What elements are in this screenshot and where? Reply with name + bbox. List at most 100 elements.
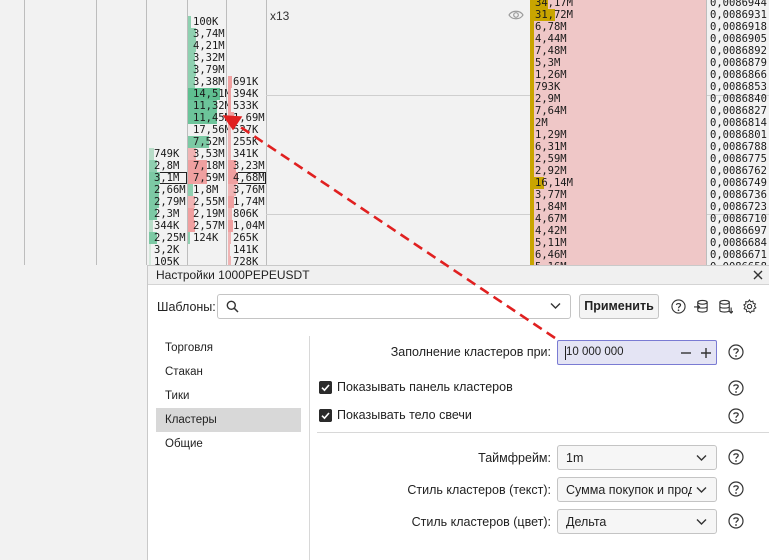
order-book-volume-bar xyxy=(530,237,534,249)
order-book-price: 0,0086723 xyxy=(710,201,767,213)
order-book-price: 0,0086775 xyxy=(710,153,767,165)
cluster-cell: 344K xyxy=(149,220,187,232)
cluster-cell-value: 394K xyxy=(233,88,259,100)
help-icon[interactable] xyxy=(728,380,744,396)
nav-item-clusters[interactable]: Кластеры xyxy=(156,408,301,432)
nav-item-orderbook[interactable]: Стакан xyxy=(156,360,301,384)
cluster-cell-value: 3,53M xyxy=(193,148,225,160)
cluster-cell: 2,19M xyxy=(188,208,226,220)
order-book-price: 0,0086736 xyxy=(710,189,767,201)
order-book-volume: 2,9M xyxy=(535,93,561,105)
cluster-cell-value: 1,69M xyxy=(233,112,265,124)
order-book-price: 0,0086684 xyxy=(710,237,767,249)
show-cluster-panel-checkbox[interactable] xyxy=(319,381,332,394)
cluster-style-color-select[interactable]: Дельта xyxy=(557,509,717,534)
cluster-cell: 533K xyxy=(228,100,266,112)
cluster-cell-value: 3,1M xyxy=(154,172,180,184)
cluster-cell-value: 11,32M xyxy=(193,100,231,112)
order-book-row: 6,46M 0,0086671 xyxy=(530,249,769,261)
cluster-cell-value: 2,3M xyxy=(154,208,180,220)
cluster-cell-value: 533K xyxy=(233,100,259,112)
timeframe-select[interactable]: 1m xyxy=(557,445,717,470)
cluster-cell: 1,69M xyxy=(228,112,266,124)
cluster-chart[interactable]: 749K 2,8M 3,1M 2,66M 2,79M 2,3M 344K 2,25M 3,2K 1… xyxy=(0,0,769,265)
eye-icon[interactable] xyxy=(508,9,524,21)
order-book-row: 5,11M 0,0086684 xyxy=(530,237,769,249)
show-cluster-panel-label: Показывать панель кластеров xyxy=(337,380,513,394)
cluster-cell-value: 2,66M xyxy=(154,184,186,196)
order-book-volume: 4,42M xyxy=(535,225,567,237)
order-book-row: 7,64M 0,0086827 xyxy=(530,105,769,117)
order-book-row: 793K 0,0086853 xyxy=(530,81,769,93)
order-book-price: 0,0086879 xyxy=(710,57,767,69)
cluster-cell: 3,1M xyxy=(149,172,187,184)
cluster-cell: 341K xyxy=(228,148,266,160)
cluster-cell: 14,51M xyxy=(188,88,231,100)
order-book-row: 6,31M 0,0086788 xyxy=(530,141,769,153)
minus-icon[interactable] xyxy=(679,346,693,360)
order-book-price: 0,0086944 xyxy=(710,0,767,9)
fill-threshold-label: Заполнение кластеров при: xyxy=(390,345,551,359)
apply-button[interactable]: Применить xyxy=(579,294,659,319)
settings-gear-icon[interactable] xyxy=(742,299,757,314)
order-book-volume: 1,29M xyxy=(535,129,567,141)
order-book-volume-bar xyxy=(530,105,534,117)
order-book-volume-bar xyxy=(530,201,534,213)
chevron-down-icon xyxy=(696,519,707,525)
cluster-cell-value: 11,45M xyxy=(193,112,231,124)
fill-threshold-value: 10 000 000 xyxy=(566,346,624,358)
save-template-icon[interactable] xyxy=(718,299,733,314)
cluster-cell: 255K xyxy=(228,136,266,148)
order-book-price: 0,0086671 xyxy=(710,249,767,261)
order-book-price: 0,0086814 xyxy=(710,117,767,129)
cluster-cell-value: 3,79M xyxy=(193,64,225,76)
cluster-cell-value: 728K xyxy=(233,256,259,265)
order-book-volume: 6,31M xyxy=(535,141,567,153)
fill-threshold-input[interactable]: 10 000 000 xyxy=(557,340,717,365)
cluster-cell-value: 341K xyxy=(233,148,259,160)
order-book-price: 0,0086697 xyxy=(710,225,767,237)
order-book-row: 4,67M 0,0086710 xyxy=(530,213,769,225)
nav-item-general[interactable]: Общие xyxy=(156,432,301,456)
nav-divider xyxy=(309,336,310,560)
order-book-volume: 7,64M xyxy=(535,105,567,117)
help-icon[interactable] xyxy=(728,449,744,465)
order-book-price: 0,0086710 xyxy=(710,213,767,225)
cluster-cell: 7,18M xyxy=(188,160,226,172)
order-book-row: 31,72M 0,0086931 xyxy=(530,9,769,21)
order-book-price: 0,0086892 xyxy=(710,45,767,57)
order-book-price: 0,0086827 xyxy=(710,105,767,117)
nav-item-ticks[interactable]: Тики xyxy=(156,384,301,408)
show-candle-body-checkbox[interactable] xyxy=(319,409,332,422)
chevron-down-icon xyxy=(696,455,707,461)
cluster-cell: 2,66M xyxy=(149,184,187,196)
order-book-volume-bar xyxy=(530,189,534,201)
order-book-volume-bar xyxy=(530,165,534,177)
cluster-cell: 394K xyxy=(228,88,266,100)
cluster-cell: 749K xyxy=(149,148,187,160)
order-book-row: 1,29M 0,0086801 xyxy=(530,129,769,141)
help-icon[interactable] xyxy=(728,344,744,360)
plus-icon[interactable] xyxy=(699,346,713,360)
cluster-style-text-select[interactable]: Сумма покупок и продаж xyxy=(557,477,717,502)
cluster-cell: 3,76M xyxy=(228,184,266,196)
help-icon[interactable] xyxy=(728,481,744,497)
order-book-volume: 5,3M xyxy=(535,57,561,69)
nav-item-trading[interactable]: Торговля xyxy=(156,336,301,360)
cluster-cell: 3,74M xyxy=(188,28,226,40)
timeframe-value: 1m xyxy=(566,451,584,465)
load-template-icon[interactable] xyxy=(694,299,709,314)
cluster-cell-value: 806K xyxy=(233,208,259,220)
cluster-cell: 2,79M xyxy=(149,196,187,208)
help-icon[interactable] xyxy=(671,299,686,314)
close-icon[interactable] xyxy=(751,268,765,282)
help-icon[interactable] xyxy=(728,408,744,424)
cluster-cell: 7,59M xyxy=(188,172,226,184)
order-book-row: 16,14M 0,0086749 xyxy=(530,177,769,189)
order-book-volume-bar xyxy=(530,21,534,33)
chevron-down-icon xyxy=(550,303,561,309)
dialog-title: Настройки 1000PEPEUSDT xyxy=(156,268,310,282)
help-icon[interactable] xyxy=(728,513,744,529)
cluster-cell-value: 141K xyxy=(233,244,259,256)
templates-select[interactable] xyxy=(217,294,571,319)
